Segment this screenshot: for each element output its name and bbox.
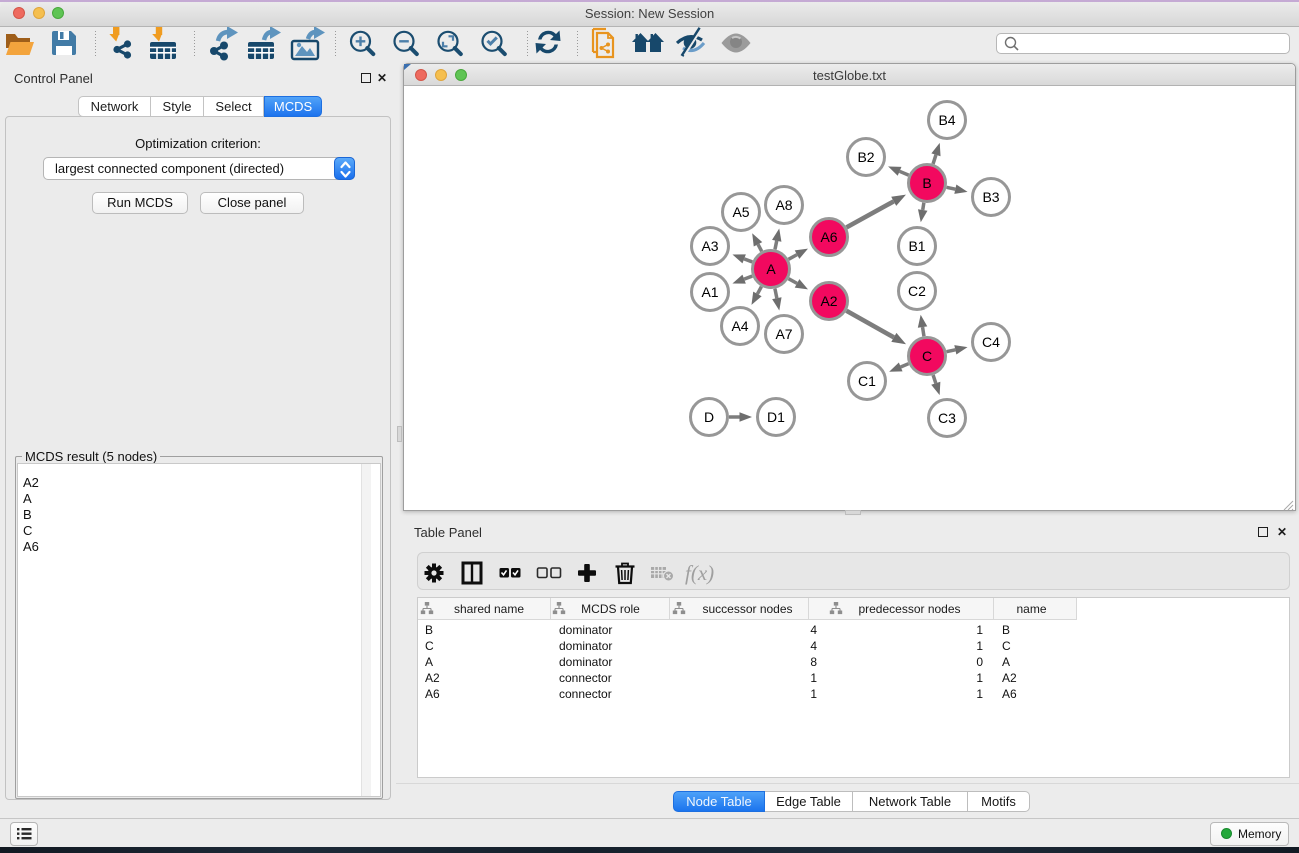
- svg-text:f(x): f(x): [685, 561, 714, 585]
